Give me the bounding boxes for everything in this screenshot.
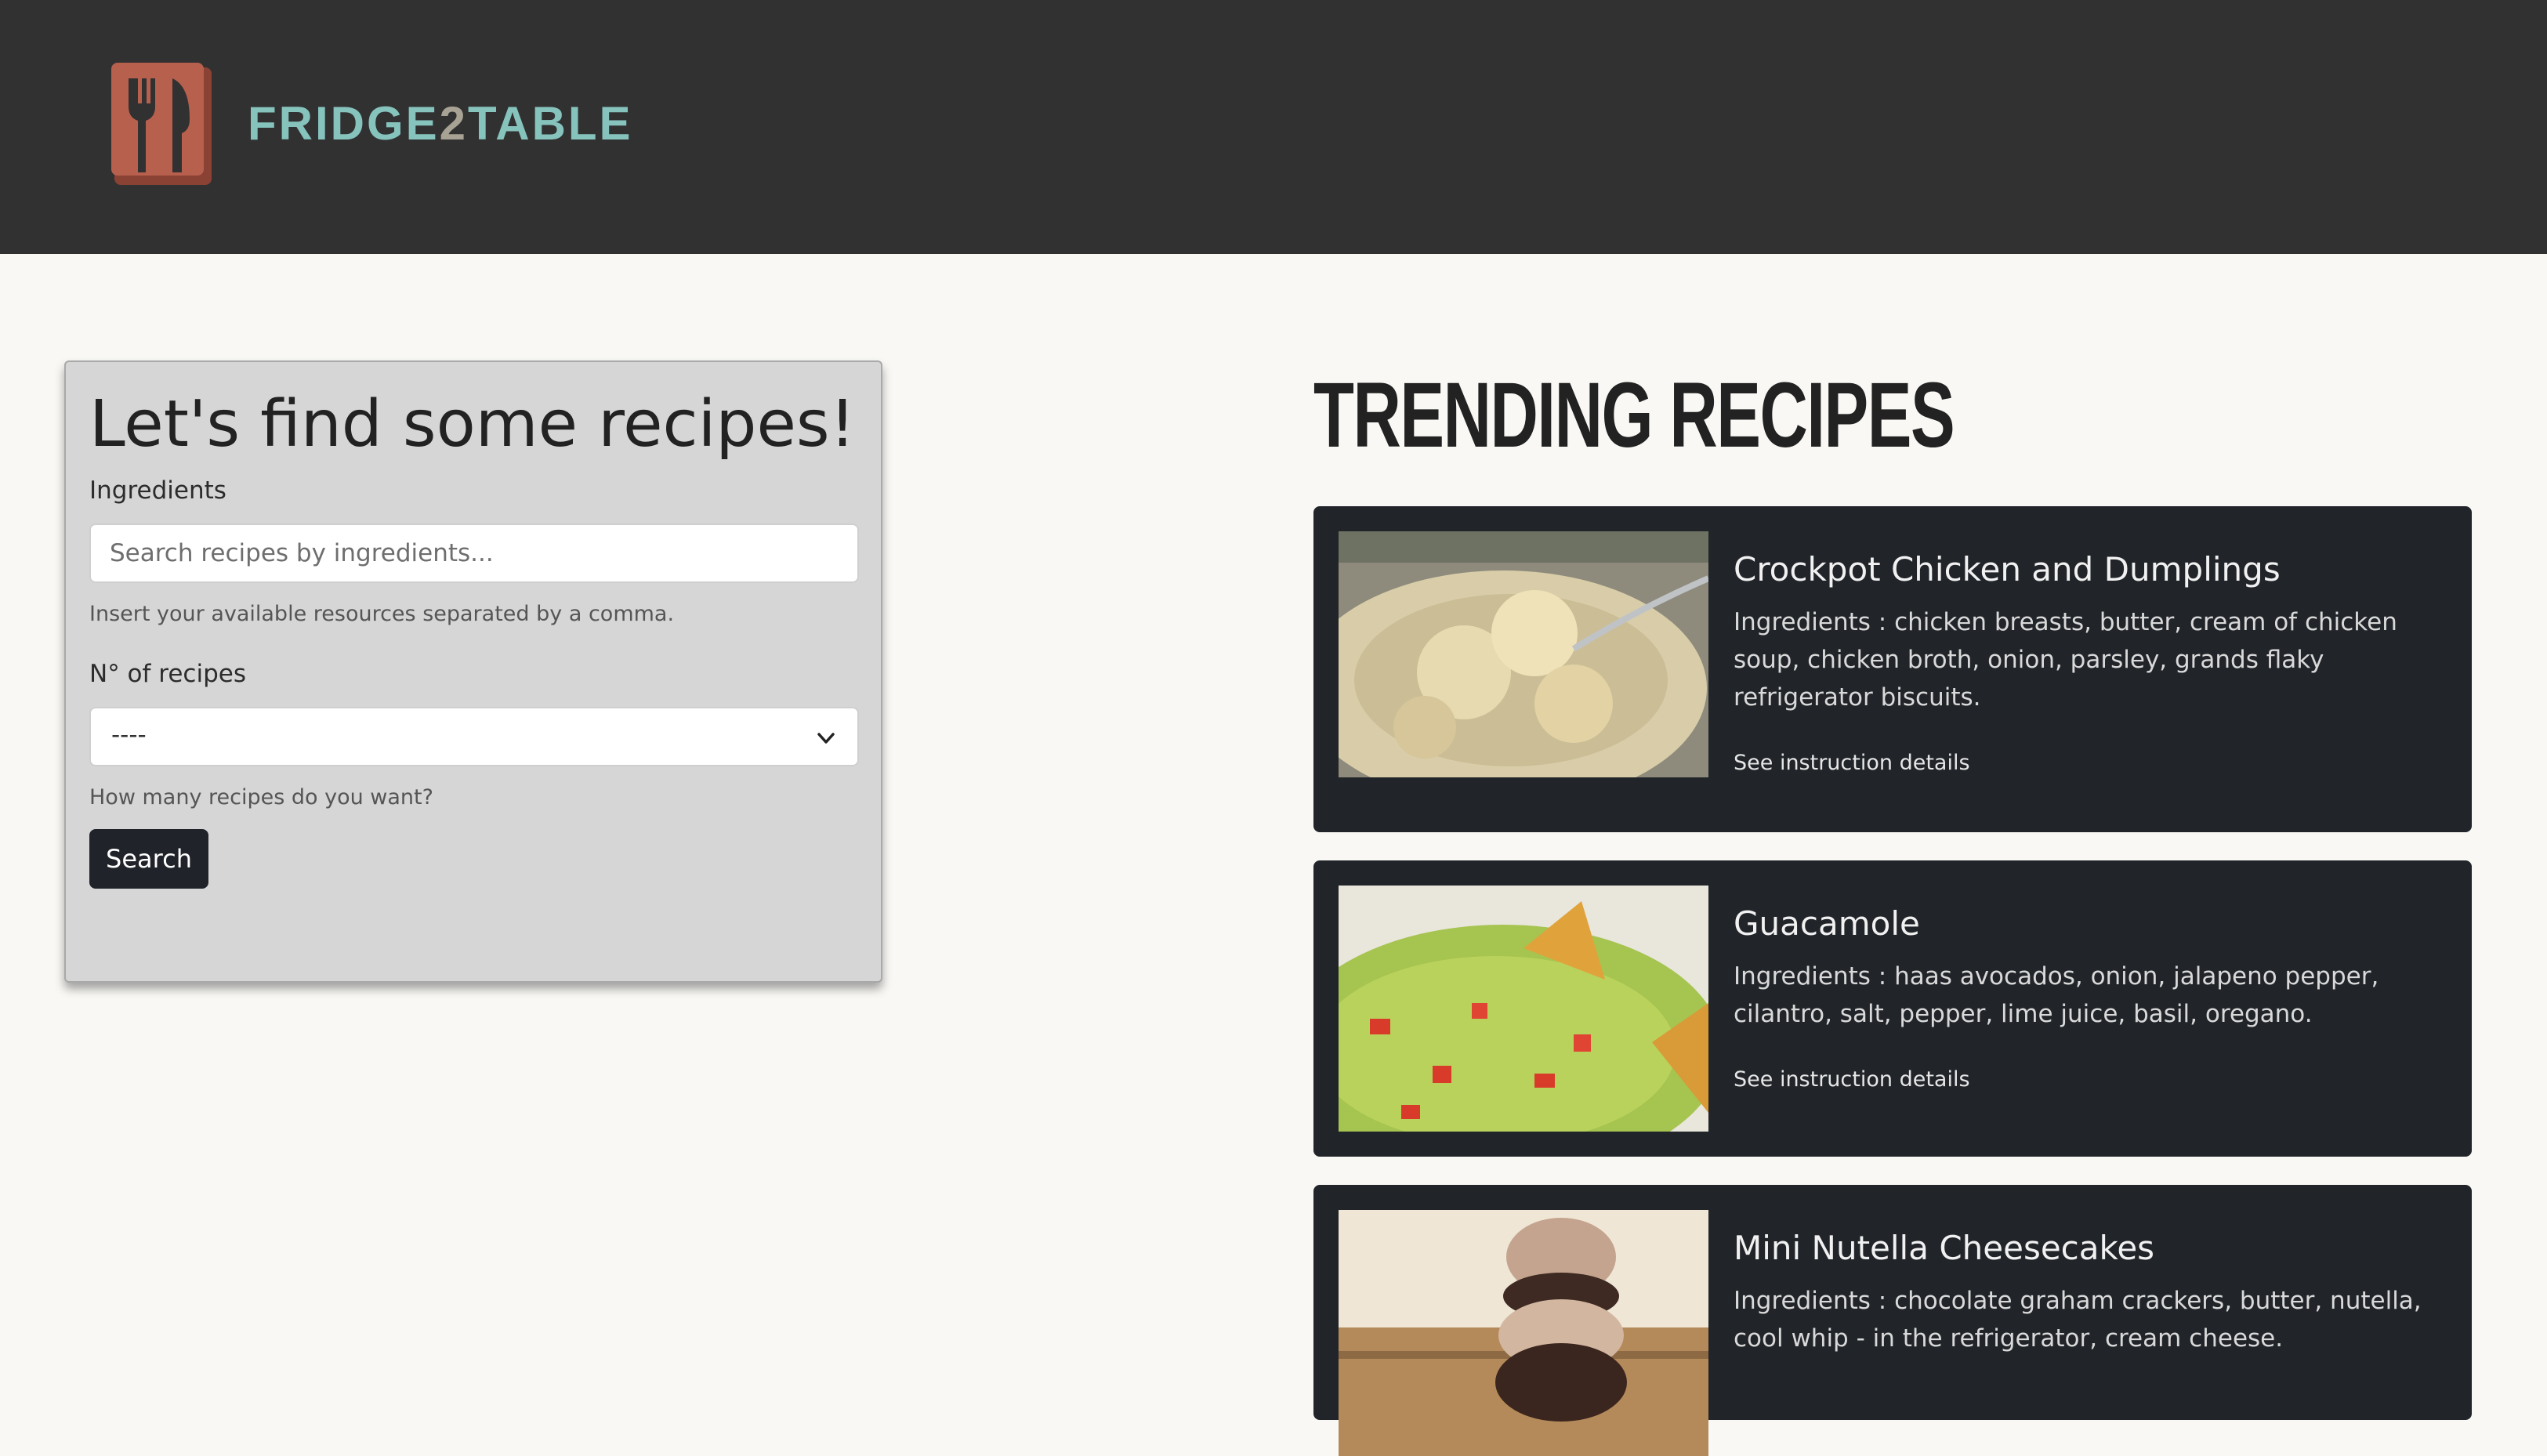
recipe-count-selected: ----: [111, 721, 147, 749]
ingredients-help-text: Insert your available resources separate…: [89, 602, 675, 626]
see-instruction-details-link[interactable]: See instruction details: [1734, 1067, 1970, 1092]
recipe-ingredients: Ingredients : chocolate graham crackers,…: [1734, 1287, 2422, 1353]
recipe-title[interactable]: Mini Nutella Cheesecakes: [1734, 1229, 2154, 1267]
site-header: FRIDGE2TABLE: [0, 0, 2547, 254]
recipe-title[interactable]: Crockpot Chicken and Dumplings: [1734, 550, 2281, 589]
recipe-search-form: Let's find some recipes! Ingredients Ins…: [64, 360, 882, 983]
recipe-title[interactable]: Guacamole: [1734, 904, 1920, 943]
recipe-count-help-text: How many recipes do you want?: [89, 785, 433, 809]
recipe-ingredients: Ingredients : chicken breasts, butter, c…: [1734, 608, 2397, 712]
form-title: Let's find some recipes!: [89, 387, 856, 462]
ingredients-label: Ingredients: [89, 476, 226, 505]
recipe-ingredients: Ingredients : haas avocados, onion, jala…: [1734, 962, 2379, 1028]
logo-text-two: 2: [439, 97, 469, 150]
chevron-down-icon: [817, 733, 835, 744]
see-instruction-details-link[interactable]: See instruction details: [1734, 751, 1970, 775]
recipe-image-nutella-cheesecakes: [1339, 1210, 1708, 1456]
search-button[interactable]: Search: [89, 829, 208, 889]
ingredients-field-wrapper: [89, 523, 859, 583]
trending-recipes-heading: TRENDING RECIPES: [1313, 364, 1955, 467]
logo-text-table: TABLE: [468, 97, 633, 150]
fork-knife-book-icon[interactable]: [111, 63, 215, 187]
logo-wordmark[interactable]: FRIDGE2TABLE: [248, 92, 633, 155]
recipe-image-guacamole: [1339, 886, 1708, 1132]
recipe-card: Crockpot Chicken and Dumplings Ingredien…: [1313, 506, 2472, 832]
recipe-count-label: N° of recipes: [89, 660, 246, 688]
logo-text-fridge: FRIDGE: [248, 97, 440, 150]
ingredients-search-input[interactable]: [91, 525, 857, 581]
recipe-card: Guacamole Ingredients : haas avocados, o…: [1313, 860, 2472, 1157]
recipe-image-chicken-dumplings: [1339, 531, 1708, 777]
recipe-count-select[interactable]: ----: [89, 707, 859, 766]
recipe-card: Mini Nutella Cheesecakes Ingredients : c…: [1313, 1185, 2472, 1456]
